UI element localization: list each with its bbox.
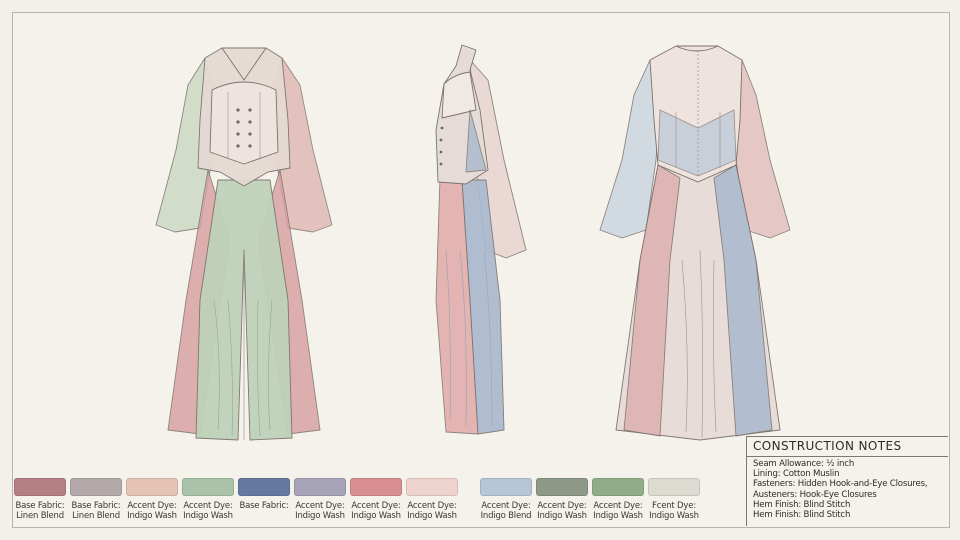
swatch-color-chip xyxy=(648,478,700,496)
swatch-label-line2: Indigo Wash xyxy=(127,511,177,521)
fabric-swatch: Accent Dye: Indigo Wash xyxy=(536,478,588,521)
fabric-swatch: Accent Dye: Indigo Wash xyxy=(406,478,458,521)
swatch-color-chip xyxy=(238,478,290,496)
construction-notes-title: CONSTRUCTION NOTES xyxy=(747,437,948,457)
swatch-label-line1: Fcent Dye: xyxy=(652,501,696,511)
note-line: Hem Finish: Blind Stitch xyxy=(753,499,851,510)
fabric-swatch: Accent Dye: Indigo Wash xyxy=(294,478,346,521)
swatch-label-line2: Indigo Wash xyxy=(537,511,587,521)
swatch-color-chip xyxy=(14,478,66,496)
swatch-label-line1: Accent Dye: xyxy=(295,501,345,511)
fabric-swatch-row: Base Fabric: Linen Blend Base Fabric: Linen… xyxy=(14,478,734,538)
swatch-label-line2: Linen Blend xyxy=(72,511,120,521)
swatch-label-line1: Accent Dye: xyxy=(351,501,401,511)
swatch-label-line1: Base Fabric: xyxy=(15,501,65,511)
fabric-swatch: Accent Dye: Indigo Wash xyxy=(592,478,644,521)
fabric-swatch: Fcent Dye: Indigo Wash xyxy=(648,478,700,521)
side-view-sketch xyxy=(435,44,527,435)
swatch-label-line2: Linen Blend xyxy=(16,511,64,521)
swatch-label-line1: Accent Dye: xyxy=(127,501,177,511)
swatch-color-chip xyxy=(592,478,644,496)
note-line: Lining: Cotton Muslin xyxy=(753,469,840,480)
swatch-label-line1: Accent Dye: xyxy=(481,501,531,511)
fabric-swatch: Accent Dye: Indigo Wash xyxy=(350,478,402,521)
swatch-color-chip xyxy=(182,478,234,496)
swatch-label-line2: Indigo Blend xyxy=(480,511,532,521)
swatch-label-line2: Indigo Wash xyxy=(295,511,345,521)
swatch-color-chip xyxy=(70,478,122,496)
swatch-label-line2: Indigo Wash xyxy=(593,511,643,521)
swatch-label-line2: Indigo Wash xyxy=(351,511,401,521)
swatch-color-chip xyxy=(126,478,178,496)
swatch-label-line1: Accent Dye: xyxy=(407,501,457,511)
fabric-swatch: Base Fabric: Linen Blend xyxy=(70,478,122,521)
fabric-swatch: Accent Dye: Indigo Wash xyxy=(126,478,178,521)
note-line: Austeners: Hook-Eye Closures xyxy=(753,489,877,500)
swatch-label-line2: Indigo Wash xyxy=(407,511,457,521)
construction-notes-box: CONSTRUCTION NOTES Seam Allowance: ½ inc… xyxy=(746,436,948,526)
swatch-label-line2: Indigo Wash xyxy=(649,511,699,521)
swatch-label-line1: Accent Dye: xyxy=(537,501,587,511)
front-view-sketch xyxy=(155,47,333,441)
note-line: Seam Allowance: ½ inch xyxy=(753,459,855,469)
swatch-color-chip xyxy=(406,478,458,496)
swatch-color-chip xyxy=(480,478,532,496)
swatch-label-line1: Accent Dye: xyxy=(593,501,643,511)
swatch-color-chip xyxy=(294,478,346,496)
swatch-label-line1: Base Fabric: xyxy=(239,501,289,511)
fabric-swatch: Base Fabric: xyxy=(238,478,290,511)
back-view-sketch xyxy=(599,45,791,441)
fabric-swatch: Base Fabric: Linen Blend xyxy=(14,478,66,521)
fabric-swatch: Accent Dye: Indigo Wash xyxy=(182,478,234,521)
swatch-label-line1: Accent Dye: xyxy=(183,501,233,511)
swatch-label-line2: Indigo Wash xyxy=(183,511,233,521)
swatch-color-chip xyxy=(350,478,402,496)
swatch-color-chip xyxy=(536,478,588,496)
note-line: Fasteners: Hidden Hook-and-Eye Closures, xyxy=(753,479,928,490)
note-line: Hem Finish: Blind Stitch xyxy=(753,510,851,521)
swatch-label-line1: Base Fabric: xyxy=(71,501,121,511)
fabric-swatch: Accent Dye: Indigo Blend xyxy=(480,478,532,521)
